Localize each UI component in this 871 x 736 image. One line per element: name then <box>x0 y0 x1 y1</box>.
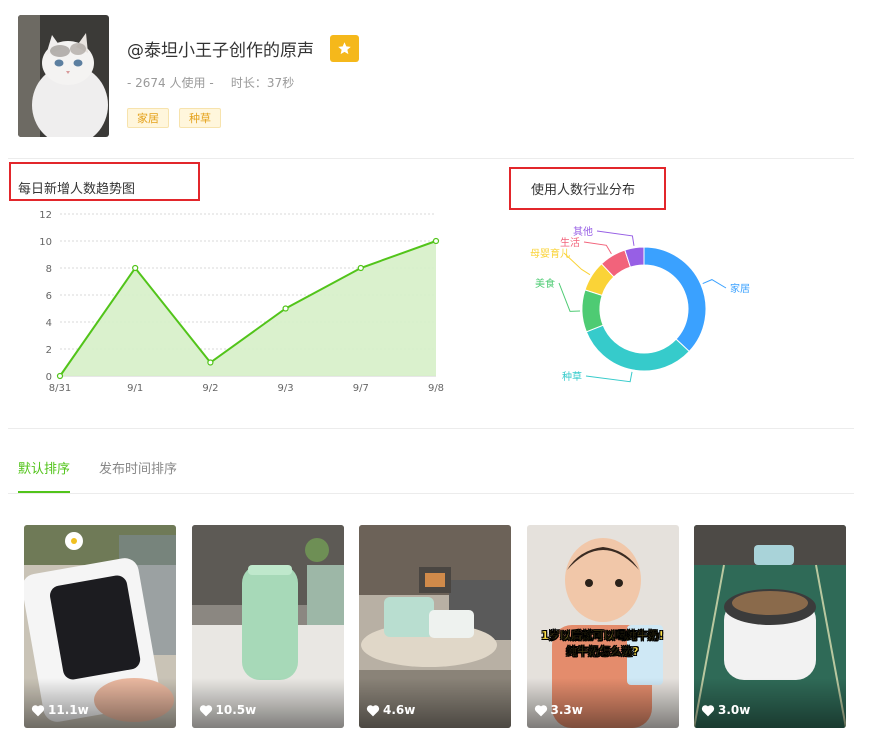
sound-cover-image[interactable] <box>18 15 109 137</box>
trend-chart: 0 2 4 6 8 10 12 8/31 9/1 9/2 9/3 9/7 9/8 <box>39 210 444 394</box>
video-card[interactable]: 11.1w <box>24 525 176 728</box>
heart-icon <box>534 704 547 716</box>
trend-chart-title: 每日新增人数趋势图 <box>18 182 136 197</box>
video-card[interactable]: 4.6w <box>359 525 511 728</box>
duration: 时长：37秒 <box>230 76 295 90</box>
donut-slice <box>585 324 690 372</box>
data-point <box>282 305 289 312</box>
tag-list: 家居 种草 <box>127 108 231 128</box>
data-point <box>56 372 64 380</box>
tab-publish-time-sort[interactable]: 发布时间排序 <box>99 458 177 493</box>
y-tick-label: 4 <box>46 318 52 329</box>
sound-header: @泰坦小王子创作的原声 - 2674 人使用 - 时长：37秒 家居 种草 <box>0 0 871 158</box>
tag-home[interactable]: 家居 <box>127 108 169 128</box>
label-leader <box>583 241 612 255</box>
y-tick-label: 6 <box>46 291 52 302</box>
data-point <box>432 237 440 245</box>
label-leader <box>702 279 727 289</box>
caption-line: 纯牛奶怎么选? <box>566 645 639 658</box>
divider <box>8 428 854 429</box>
data-point <box>132 264 139 272</box>
heart-icon <box>31 704 45 716</box>
y-tick-label: 8 <box>46 264 52 275</box>
sound-title: @泰坦小王子创作的原声 <box>127 41 314 61</box>
y-tick-label: 10 <box>39 237 52 248</box>
like-count-value: 3.3w <box>550 703 583 717</box>
slice-label: 种草 <box>562 370 582 383</box>
like-count: 11.1w <box>31 703 89 717</box>
usage-count: - 2674 人使用 - <box>127 76 214 90</box>
y-tick-label: 2 <box>46 345 52 356</box>
x-tick-label: 9/7 <box>353 383 369 394</box>
x-tick-label: 9/1 <box>127 383 143 394</box>
donut-slice <box>581 289 604 333</box>
sort-tabs: 默认排序 发布时间排序 <box>18 458 206 493</box>
like-count-value: 4.6w <box>383 703 416 717</box>
donut-slice <box>643 246 707 353</box>
x-tick-label: 9/3 <box>278 383 294 394</box>
star-badge-icon[interactable] <box>330 35 359 62</box>
y-tick-label: 12 <box>39 210 52 221</box>
industry-chart-title: 使用人数行业分布 <box>531 183 636 198</box>
like-count: 10.5w <box>199 703 257 717</box>
x-tick-label: 9/8 <box>428 383 444 394</box>
like-count: 4.6w <box>366 703 415 717</box>
label-leader <box>596 230 635 246</box>
data-point <box>357 264 364 272</box>
label-leader <box>558 282 581 312</box>
like-count: 3.0w <box>701 703 750 717</box>
slice-label: 美食 <box>535 277 555 290</box>
like-count-value: 10.5w <box>215 703 257 717</box>
y-tick-label: 0 <box>46 372 52 383</box>
x-tick-label: 8/31 <box>49 383 71 394</box>
video-card[interactable]: 1岁以后就可以喝纯牛奶! 纯牛奶怎么选? 3.3w <box>526 525 679 728</box>
heart-icon <box>199 704 212 716</box>
like-count: 3.3w <box>534 703 583 717</box>
tabs-underline <box>8 493 854 494</box>
like-count-value: 11.1w <box>48 703 89 717</box>
divider <box>8 158 854 159</box>
tag-recommend[interactable]: 种草 <box>179 108 221 128</box>
sound-meta: - 2674 人使用 - 时长：37秒 <box>127 74 296 91</box>
label-leader <box>585 371 633 383</box>
data-point <box>207 359 214 366</box>
video-card[interactable]: 3.0w <box>694 525 846 728</box>
video-caption: 1岁以后就可以喝纯牛奶! 纯牛奶怎么选? <box>531 628 675 660</box>
industry-donut-chart: 家居种草美食母婴育儿生活其他 <box>530 225 750 383</box>
slice-label: 其他 <box>573 225 593 238</box>
x-tick-label: 9/2 <box>202 383 218 394</box>
caption-line: 1岁以后就可以喝纯牛奶! <box>541 629 664 642</box>
tab-default-sort[interactable]: 默认排序 <box>18 458 71 493</box>
slice-label: 家居 <box>730 282 750 295</box>
video-card[interactable]: 10.5w <box>191 525 344 728</box>
heart-icon <box>366 704 380 716</box>
like-count-value: 3.0w <box>718 703 751 717</box>
heart-icon <box>701 704 715 716</box>
video-grid: 11.1w 10.5w 4.6w 1岁以后就可以喝纯牛奶! 纯牛奶怎么选? 3.… <box>24 525 862 728</box>
